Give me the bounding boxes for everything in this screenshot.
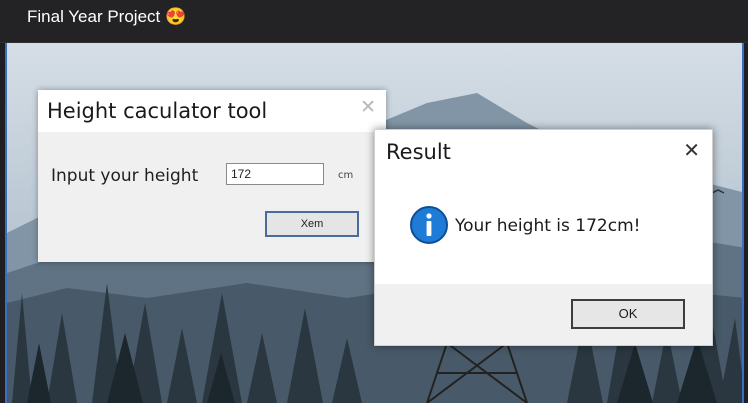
information-icon (410, 206, 448, 244)
close-icon[interactable]: ✕ (360, 96, 376, 118)
height-calculator-title: Height caculator tool (47, 99, 268, 123)
height-input[interactable]: 172 (226, 163, 324, 185)
close-icon[interactable]: ✕ (683, 138, 700, 162)
ok-button[interactable]: OK (571, 299, 685, 329)
post-photo[interactable]: Height caculator tool ✕ Input your heigh… (5, 43, 744, 403)
height-label: Input your height (51, 166, 199, 186)
xem-button[interactable]: Xem (265, 211, 359, 237)
post-header: Final Year Project 😍 (0, 0, 748, 43)
height-calculator-window: Height caculator tool ✕ Input your heigh… (38, 90, 386, 262)
result-dialog: Result ✕ Your height is 172cm! OK (374, 129, 713, 346)
result-title: Result (386, 140, 451, 164)
unit-label: cm (338, 170, 354, 181)
result-message: Your height is 172cm! (455, 216, 641, 236)
result-titlebar: Result ✕ (375, 130, 712, 174)
height-calculator-titlebar: Height caculator tool ✕ (38, 90, 386, 132)
post-title: Final Year Project 😍 (27, 7, 187, 26)
